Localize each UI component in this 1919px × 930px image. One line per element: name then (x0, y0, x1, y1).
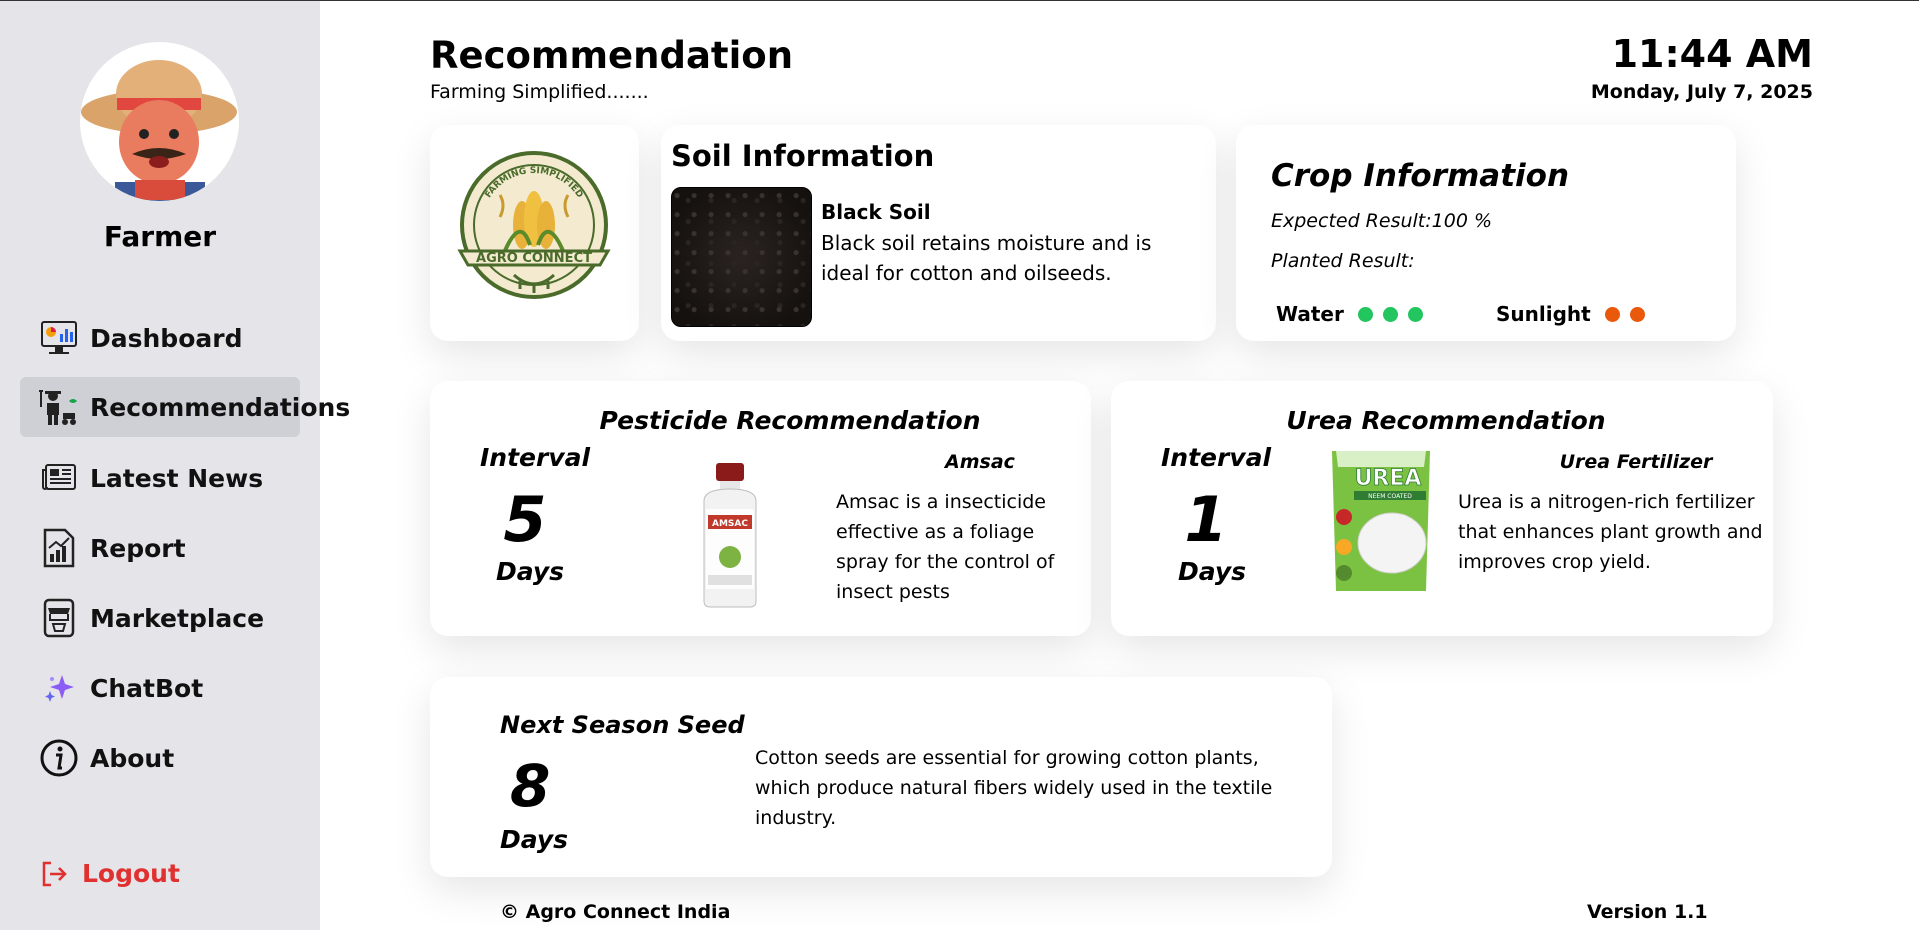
sidebar-item-marketplace[interactable]: Marketplace (20, 588, 300, 648)
sidebar-item-about[interactable]: About (20, 728, 300, 788)
water-level-dot (1382, 306, 1398, 322)
expected-result: Expected Result:100 % (1271, 210, 1493, 232)
sunlight-label: Sunlight (1496, 302, 1591, 326)
page-subtitle: Farming Simplified....... (430, 81, 649, 103)
sidebar-item-label: Report (90, 533, 186, 563)
info-icon (39, 738, 79, 778)
seed-value: 8 (510, 752, 551, 820)
product-name: Amsac (945, 451, 1015, 473)
pesticide-title: Pesticide Recommendation (599, 406, 981, 435)
water-level-dots (1348, 306, 1423, 322)
logout-label: Logout (82, 859, 180, 888)
bottle-label: AMSAC (712, 519, 748, 529)
sidebar-item-recommendations[interactable]: Recommendations (20, 377, 350, 437)
bag-sublabel: NEEM COATED (1368, 493, 1412, 500)
sunlight-level-dot (1604, 306, 1620, 322)
next-season-seed-card: Next Season Seed 8 Days Cotton seeds are… (430, 677, 1332, 877)
sunlight-level-dots (1595, 306, 1645, 322)
product-name: Urea Fertilizer (1559, 451, 1713, 473)
logo-banner-text: AGRO CONNECT (476, 251, 592, 266)
water-label: Water (1276, 302, 1344, 326)
crop-title: Crop Information (1271, 158, 1570, 194)
sidebar-item-label: Marketplace (90, 603, 265, 633)
planted-result: Planted Result: (1271, 250, 1415, 272)
report-chart-icon (39, 528, 79, 568)
crop-info-card: Crop Information Expected Result:100 % P… (1236, 125, 1736, 341)
black-soil-image (671, 187, 812, 327)
avatar (80, 42, 239, 201)
product-description: Urea is a nitrogen-rich fertilizer that … (1458, 491, 1763, 573)
sidebar-item-dashboard[interactable]: Dashboard (20, 308, 300, 368)
newspaper-icon (39, 458, 79, 498)
clock-time: 11:44 AM (1611, 32, 1813, 76)
logout-icon (42, 861, 67, 886)
product-description: Amsac is a insecticide effective as a fo… (836, 491, 1055, 603)
farmer-icon (39, 387, 79, 427)
sidebar-item-report[interactable]: Report (20, 518, 300, 578)
urea-bag-image: UREA NEEM COATED (1332, 451, 1430, 591)
amsac-bottle-image: AMSAC (703, 463, 757, 608)
soil-info-card: Soil Information Black Soil Black soil r… (661, 125, 1216, 341)
user-name: Farmer (103, 220, 217, 253)
footer-version: Version 1.1 (1587, 901, 1708, 923)
soil-title: Soil Information (671, 139, 935, 173)
urea-title: Urea Recommendation (1286, 406, 1606, 435)
sidebar-item-label: ChatBot (90, 673, 204, 703)
water-level-dot (1357, 306, 1373, 322)
dashboard-icon (39, 318, 79, 358)
water-level-dot (1407, 306, 1423, 322)
sidebar-item-label: Recommendations (90, 392, 351, 422)
clock-date: Monday, July 7, 2025 (1590, 81, 1813, 103)
logo-card: FARMING SIMPLIFIED AGRO CONNECT (430, 125, 639, 341)
sidebar-item-chatbot[interactable]: ChatBot (20, 658, 300, 718)
sunlight-metric: Sunlight (1496, 302, 1645, 326)
urea-card: Urea Recommendation Interval 1 Days UREA… (1111, 381, 1773, 636)
sidebar-item-label: About (90, 743, 175, 773)
interval-unit: Days (496, 557, 565, 586)
sidebar-item-label: Latest News (90, 463, 264, 493)
soil-name: Black Soil (821, 200, 931, 224)
sunlight-level-dot (1629, 306, 1645, 322)
sparkle-icon (39, 668, 79, 708)
interval-value: 5 (503, 483, 547, 556)
seed-unit: Days (500, 825, 569, 854)
interval-label: Interval (1161, 443, 1272, 472)
water-metric: Water (1276, 302, 1423, 326)
interval-unit: Days (1178, 557, 1247, 586)
seed-title: Next Season Seed (500, 711, 745, 739)
footer-copyright: © Agro Connect India (500, 901, 731, 923)
sidebar-item-latest-news[interactable]: Latest News (20, 448, 300, 508)
pesticide-card: Pesticide Recommendation Interval 5 Days… (430, 381, 1091, 636)
soil-description: Black soil retains moisture and is ideal… (821, 231, 1152, 285)
seed-description: Cotton seeds are essential for growing c… (755, 747, 1273, 829)
farmer-avatar-icon (81, 60, 237, 201)
page-title: Recommendation (430, 34, 794, 77)
interval-value: 1 (1184, 483, 1228, 556)
sidebar-item-label: Dashboard (90, 323, 243, 353)
store-icon (39, 598, 79, 638)
sidebar: Farmer Dashboard Recommendations Latest … (0, 1, 350, 930)
logout-button[interactable]: Logout (40, 859, 180, 888)
agro-connect-logo: FARMING SIMPLIFIED AGRO CONNECT (457, 151, 611, 299)
bag-label: UREA (1355, 466, 1422, 491)
interval-label: Interval (480, 443, 591, 472)
